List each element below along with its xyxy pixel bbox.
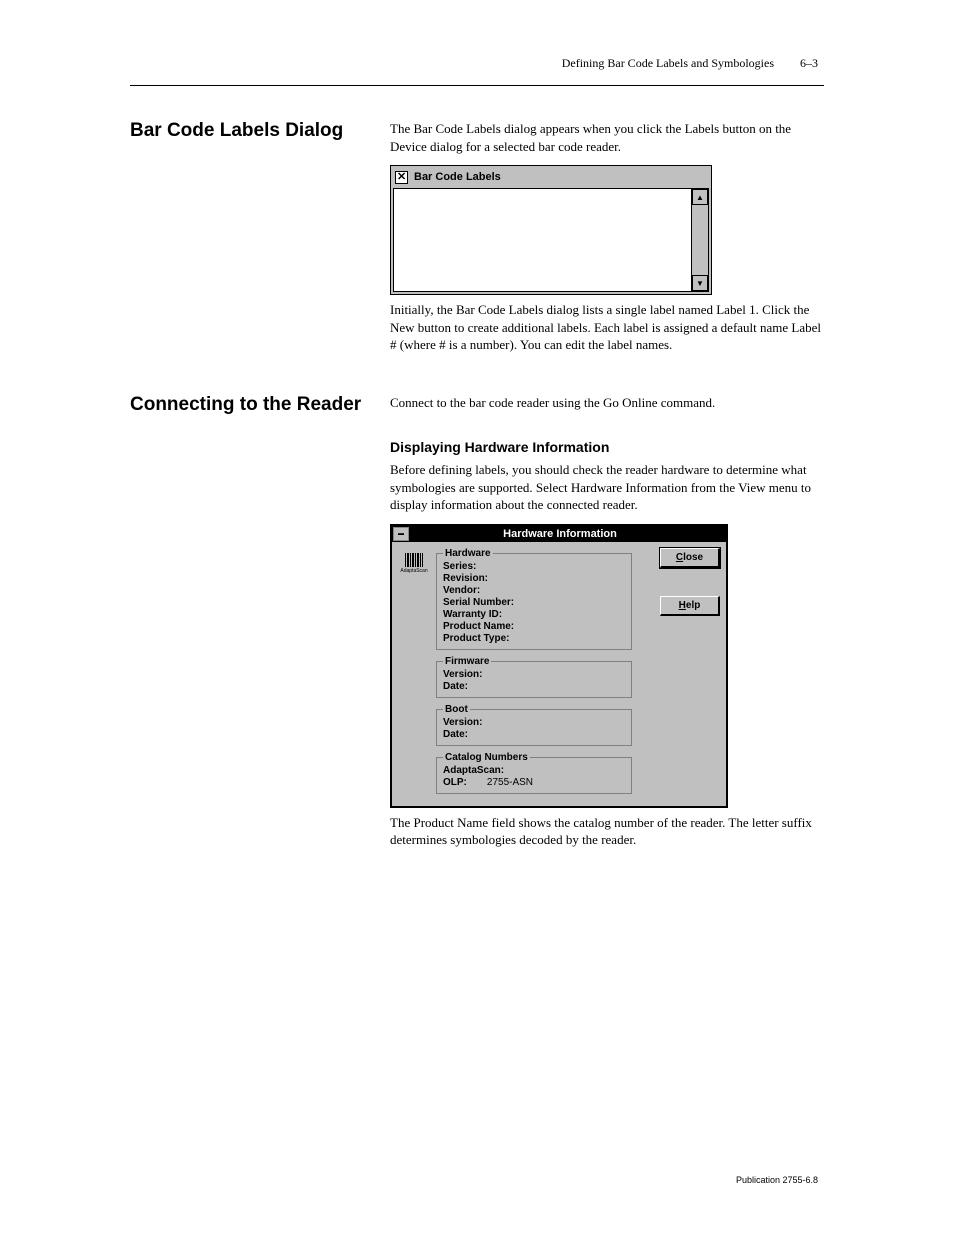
label-warranty-id: Warranty ID: — [443, 609, 502, 621]
section2-sub-body: Before defining labels, you should check… — [390, 461, 824, 514]
label-revision: Revision: — [443, 573, 488, 585]
value-olp: 2755-ASN — [467, 777, 625, 789]
header-chapter: Defining Bar Code Labels and Symbologies — [562, 56, 774, 71]
barcode-icon: AdaptaScan — [398, 550, 430, 578]
close-button[interactable]: Close — [660, 548, 720, 568]
label-firmware-version: Version: — [443, 669, 482, 681]
label-firmware-date: Date: — [443, 681, 468, 693]
label-series: Series: — [443, 561, 476, 573]
label-product-name: Product Name: — [443, 621, 514, 633]
section1-body: The Bar Code Labels dialog appears when … — [390, 120, 824, 155]
barcode-labels-window: Bar Code Labels ▲ ▼ — [390, 165, 712, 295]
barcode-labels-listbox[interactable] — [394, 189, 692, 291]
label-adaptascan: AdaptaScan: — [443, 765, 504, 777]
group-boot: Boot Version: Date: — [436, 704, 632, 746]
section-title-connecting: Connecting to the Reader — [130, 394, 390, 416]
group-firmware-legend: Firmware — [443, 656, 491, 667]
group-hardware: Hardware Series: Revision: Vendor: Seria… — [436, 548, 632, 650]
group-catalog-legend: Catalog Numbers — [443, 752, 530, 763]
label-boot-version: Version: — [443, 717, 482, 729]
section2-body: Connect to the bar code reader using the… — [390, 394, 824, 412]
footer-publication: Publication 2755-6.8 — [736, 1175, 818, 1185]
group-firmware: Firmware Version: Date: — [436, 656, 632, 698]
barcode-labels-title: Bar Code Labels — [414, 171, 501, 183]
group-hardware-legend: Hardware — [443, 548, 493, 559]
subheading-hardware-info: Displaying Hardware Information — [390, 439, 824, 455]
label-boot-date: Date: — [443, 729, 468, 741]
label-serial-number: Serial Number: — [443, 597, 514, 609]
barcode-icon-label: AdaptaScan — [400, 568, 427, 574]
section2-trailing: The Product Name field shows the catalog… — [390, 814, 824, 849]
scroll-down-button[interactable]: ▼ — [692, 275, 708, 291]
system-menu-icon[interactable] — [393, 527, 409, 541]
hardware-info-dialog: Hardware Information AdaptaScan Hardware — [390, 524, 728, 808]
label-vendor: Vendor: — [443, 585, 480, 597]
header-page-number: 6–3 — [800, 56, 818, 71]
label-product-type: Product Type: — [443, 633, 509, 645]
scroll-up-button[interactable]: ▲ — [692, 189, 708, 205]
barcode-labels-header-checkbox[interactable] — [395, 171, 408, 184]
hardware-info-title: Hardware Information — [410, 528, 726, 540]
section-title-labels-dialog: Bar Code Labels Dialog — [130, 120, 390, 142]
help-button[interactable]: Help — [660, 596, 720, 616]
header-rule — [130, 85, 824, 86]
barcode-labels-scrollbar[interactable]: ▲ ▼ — [692, 189, 708, 291]
group-boot-legend: Boot — [443, 704, 470, 715]
section1-hint: Initially, the Bar Code Labels dialog li… — [390, 301, 824, 354]
group-catalog: Catalog Numbers AdaptaScan: OLP: 2755-AS… — [436, 752, 632, 794]
label-olp: OLP: — [443, 777, 467, 789]
